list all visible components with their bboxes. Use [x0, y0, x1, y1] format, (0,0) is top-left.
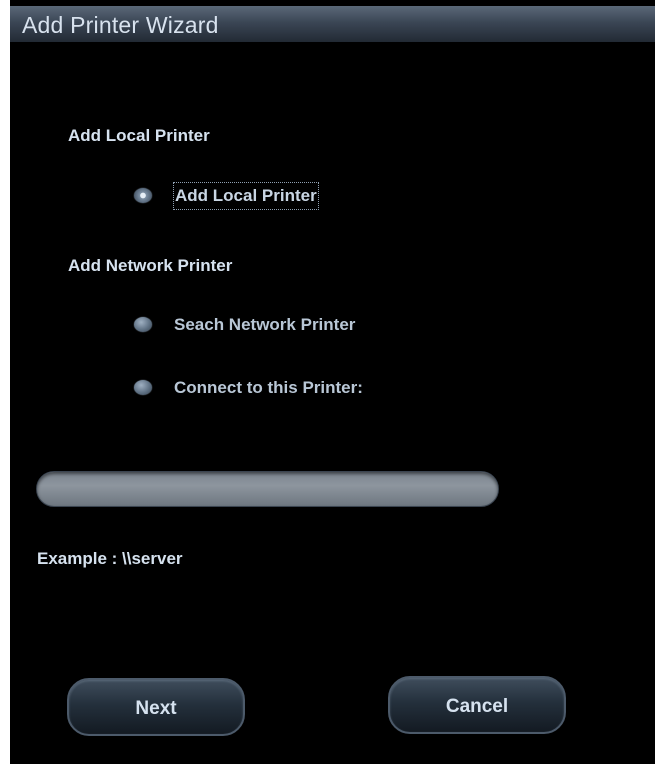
- printer-path-input[interactable]: [36, 471, 499, 507]
- add-local-printer-label[interactable]: Add Local Printer: [173, 182, 319, 210]
- radio-unchecked-icon[interactable]: [134, 317, 152, 332]
- search-network-printer-option[interactable]: Seach Network Printer: [134, 312, 424, 338]
- radio-unchecked-icon[interactable]: [134, 380, 152, 395]
- add-printer-wizard-window: Add Printer Wizard Add Local Printer Add…: [10, 0, 655, 764]
- add-local-printer-option[interactable]: Add Local Printer: [134, 182, 374, 210]
- window-title: Add Printer Wizard: [22, 12, 219, 38]
- local-printer-section-label: Add Local Printer: [68, 126, 210, 145]
- cancel-button[interactable]: Cancel: [388, 676, 566, 734]
- title-bar: Add Printer Wizard: [10, 6, 655, 42]
- network-printer-section-label: Add Network Printer: [68, 256, 233, 275]
- cancel-button-label: Cancel: [445, 696, 509, 717]
- search-network-printer-label[interactable]: Seach Network Printer: [174, 312, 355, 338]
- connect-to-printer-label[interactable]: Connect to this Printer:: [174, 375, 363, 401]
- next-button-label: Next: [135, 698, 177, 719]
- example-hint: Example : \\server: [37, 549, 183, 568]
- radio-checked-icon[interactable]: [134, 188, 152, 203]
- connect-to-printer-option[interactable]: Connect to this Printer:: [134, 375, 424, 401]
- next-button[interactable]: Next: [67, 678, 245, 736]
